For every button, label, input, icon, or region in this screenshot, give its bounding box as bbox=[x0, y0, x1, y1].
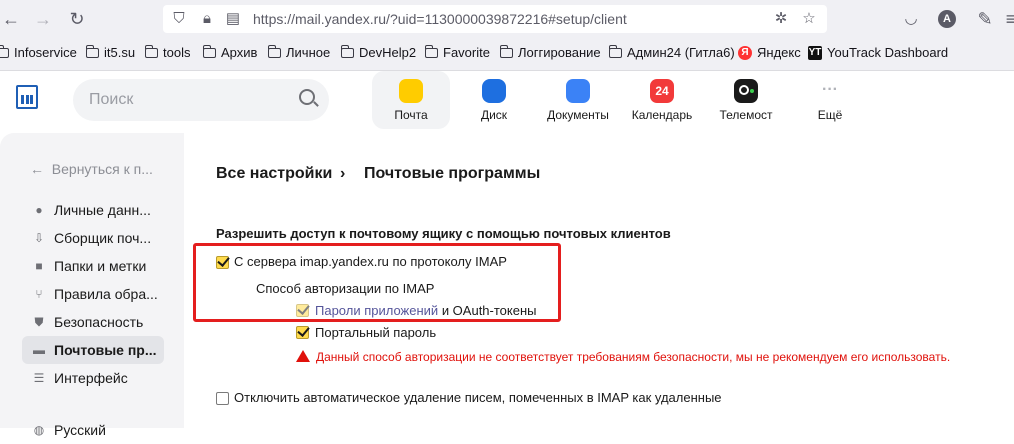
folder-icon bbox=[144, 44, 158, 58]
search-icon[interactable] bbox=[299, 89, 315, 105]
back-link[interactable]: ← Вернуться к п... bbox=[30, 161, 153, 177]
collector-icon: ⇩ bbox=[33, 231, 45, 245]
browser-toolbar: ← → ↻ ⛉ 🔒︎ ▤ https://mail.yandex.ru/?uid… bbox=[0, 0, 1014, 38]
sliders-icon: ☰ bbox=[33, 371, 45, 385]
portal-password-label[interactable]: Портальный пароль bbox=[315, 325, 436, 340]
more-icon: ··· bbox=[822, 81, 838, 98]
app-passwords-checkbox[interactable] bbox=[296, 304, 309, 317]
sidebar-item-rules[interactable]: ⑂ Правила обра... bbox=[22, 280, 164, 308]
app-logo-icon[interactable] bbox=[16, 85, 38, 109]
folder-icon bbox=[0, 44, 9, 58]
folder-icon bbox=[202, 44, 216, 58]
menu-icon[interactable]: ≡ bbox=[1000, 8, 1014, 30]
bookmark-item[interactable]: DevHelp2 bbox=[340, 44, 416, 60]
oauth-label: и OAuth-токены bbox=[441, 303, 537, 318]
bookmark-item[interactable]: Я Яндекс bbox=[738, 45, 801, 60]
yandex-favicon: Я bbox=[738, 45, 752, 60]
service-telemost[interactable]: Телемост bbox=[707, 71, 785, 129]
url-text[interactable]: https://mail.yandex.ru/?uid=113000003987… bbox=[253, 11, 627, 27]
breadcrumb-separator: › bbox=[340, 165, 346, 182]
service-disk[interactable]: Диск bbox=[455, 71, 533, 129]
lock-icon[interactable]: 🔒︎ bbox=[197, 9, 217, 29]
youtrack-favicon: YT bbox=[808, 45, 822, 60]
folder-icon bbox=[340, 44, 354, 58]
sidebar-item-language[interactable]: ◍ Русский bbox=[22, 416, 164, 444]
sidebar-item-personal[interactable]: ● Личные данн... bbox=[22, 196, 164, 224]
shield-icon[interactable]: ⛉ bbox=[169, 9, 189, 29]
person-icon: ● bbox=[35, 203, 43, 217]
bookmark-item[interactable]: tools bbox=[144, 44, 190, 60]
sidebar-item-security[interactable]: ⛊ Безопасность bbox=[22, 308, 164, 336]
app-passwords-link[interactable]: Пароли приложений bbox=[315, 303, 438, 318]
page-title: Почтовые программы bbox=[364, 165, 541, 182]
documents-icon bbox=[566, 79, 590, 103]
folder-icon bbox=[267, 44, 281, 58]
section-title: Разрешить доступ к почтовому ящику с пом… bbox=[216, 226, 671, 241]
forward-arrow-icon[interactable]: → bbox=[32, 8, 54, 30]
bookmark-item[interactable]: it5.su bbox=[85, 44, 135, 60]
auth-method-title: Способ авторизации по IMAP bbox=[256, 281, 435, 296]
back-arrow-icon: ← bbox=[30, 161, 52, 177]
folder-icon bbox=[499, 44, 513, 58]
service-more[interactable]: ··· Ещё bbox=[791, 71, 869, 129]
telemost-icon bbox=[734, 79, 758, 103]
bookmark-item[interactable]: Логгирование bbox=[499, 44, 601, 60]
reload-icon[interactable]: ↻ bbox=[66, 8, 88, 30]
bookmark-item[interactable]: Favorite bbox=[424, 44, 490, 60]
app-passwords-row: Пароли приложений и OAuth-токены bbox=[315, 303, 537, 318]
bug-icon[interactable]: ✲ bbox=[771, 9, 791, 29]
language-icon: ◍ bbox=[33, 423, 45, 437]
auto-delete-label[interactable]: Отключить автоматическое удаление писем,… bbox=[234, 390, 722, 405]
service-documents[interactable]: Документы bbox=[539, 71, 617, 129]
portal-password-checkbox[interactable] bbox=[296, 326, 309, 339]
pocket-icon[interactable]: ◡ bbox=[900, 8, 922, 30]
bookmark-item[interactable]: Infoservice bbox=[0, 44, 77, 60]
folder-icon bbox=[424, 44, 438, 58]
auto-delete-checkbox[interactable] bbox=[216, 392, 229, 405]
shield-icon: ⛊ bbox=[34, 315, 44, 329]
address-bar[interactable]: ⛉ 🔒︎ ▤ https://mail.yandex.ru/?uid=11300… bbox=[163, 5, 827, 33]
sidebar-item-interface[interactable]: ☰ Интерфейс bbox=[22, 364, 164, 392]
bookmark-item[interactable]: Админ24 (Гитла6) bbox=[608, 44, 735, 60]
sidebar-item-folders[interactable]: ■ Папки и метки bbox=[22, 252, 164, 280]
security-warning: Данный способ авторизации не соответству… bbox=[296, 349, 950, 364]
mail-icon bbox=[399, 79, 423, 103]
app-header: Поиск Почта Диск Документы 24 Календарь … bbox=[0, 71, 1014, 133]
sidebar-item-mail-clients[interactable]: ▬ Почтовые пр... bbox=[22, 336, 164, 364]
account-avatar[interactable]: A bbox=[938, 10, 956, 28]
disk-icon bbox=[482, 79, 506, 103]
folder-icon bbox=[85, 44, 99, 58]
folder-icon bbox=[608, 44, 622, 58]
bookmark-item[interactable]: Архив bbox=[202, 44, 257, 60]
bookmark-item[interactable]: Личное bbox=[267, 44, 330, 60]
bookmarks-bar: Infoservice it5.su tools Архив Личное De… bbox=[0, 38, 1014, 71]
breadcrumb-root[interactable]: Все настройки bbox=[216, 165, 332, 183]
folder-icon: ■ bbox=[35, 259, 43, 273]
imap-checkbox[interactable] bbox=[216, 256, 229, 269]
search-input[interactable]: Поиск bbox=[73, 79, 329, 121]
service-mail[interactable]: Почта bbox=[372, 71, 450, 129]
rules-icon: ⑂ bbox=[35, 287, 43, 301]
service-calendar[interactable]: 24 Календарь bbox=[623, 71, 701, 129]
eyedropper-icon[interactable]: ✎ bbox=[974, 8, 996, 30]
sidebar-item-collector[interactable]: ⇩ Сборщик поч... bbox=[22, 224, 164, 252]
imap-label[interactable]: С сервера imap.yandex.ru по протоколу IM… bbox=[234, 254, 507, 269]
bookmark-item[interactable]: YT YouTrack Dashboard bbox=[808, 45, 948, 60]
mail-clients-icon: ▬ bbox=[33, 343, 45, 357]
settings-sidebar: ← Вернуться к п... ● Личные данн... ⇩ Сб… bbox=[0, 133, 184, 438]
star-icon[interactable]: ☆ bbox=[799, 9, 819, 29]
calendar-icon: 24 bbox=[650, 79, 674, 103]
back-arrow-icon[interactable]: ← bbox=[0, 8, 22, 30]
warning-icon bbox=[296, 350, 310, 362]
page-info-icon[interactable]: ▤ bbox=[223, 9, 243, 29]
